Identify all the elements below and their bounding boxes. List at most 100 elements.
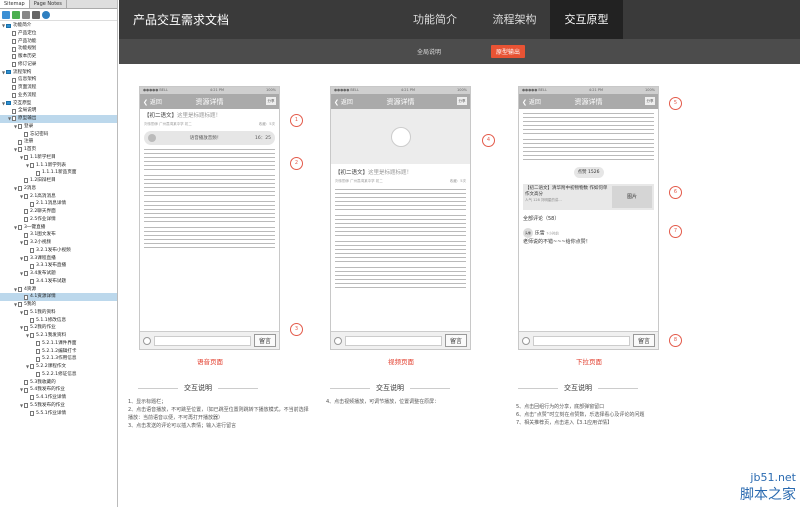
comment-input[interactable]	[345, 335, 442, 346]
share-button[interactable]: 分享	[457, 97, 467, 105]
sitemap-item[interactable]: 页面流程	[0, 84, 117, 92]
note-line: 3、点击发送的评论可以插入表情；输入进行留言	[128, 423, 237, 429]
sitemap-item[interactable]: 1.1.1.1新品页面	[0, 169, 117, 177]
comment-input[interactable]	[154, 335, 251, 346]
sitemap-item-label: 页面流程	[18, 85, 37, 90]
search-icon[interactable]	[42, 10, 50, 19]
like-button[interactable]: 点赞 1526	[573, 167, 604, 178]
sitemap-item[interactable]: ▼ 4资源	[0, 286, 117, 294]
sitemap-item[interactable]: 信息架构	[0, 76, 117, 84]
sitemap-item[interactable]: ▼ 5.4我发布的作业	[0, 386, 117, 394]
sitemap-item[interactable]: 忘记密码	[0, 131, 117, 139]
sitemap-item[interactable]: ▼ 3.4发布试题	[0, 270, 117, 278]
sitemap-item-label: 5.2.1我发资料	[36, 333, 67, 338]
link-icon[interactable]	[32, 10, 40, 19]
sitemap-item[interactable]: 5.4.1作业详情	[0, 394, 117, 402]
send-button[interactable]: 留言	[632, 334, 655, 347]
sitemap-item[interactable]: ▼ 5.5我发布的作业	[0, 402, 117, 410]
page-icon[interactable]	[2, 10, 10, 19]
body-text-block	[335, 215, 466, 237]
sitemap-item-label: 产品定位	[18, 30, 37, 36]
emoji-icon[interactable]	[143, 336, 151, 345]
audio-player[interactable]: 语音播放音频！ 16：25	[144, 131, 275, 145]
filter-icon[interactable]	[22, 10, 30, 19]
sitemap-item[interactable]: ▼ 5我的	[0, 301, 117, 309]
send-button[interactable]: 留言	[253, 334, 276, 347]
recommended-title: 【初二语文】清华附中初物物数 作如何单作文高分	[525, 186, 608, 197]
sitemap-item[interactable]: ▼ 流程架构	[0, 69, 117, 77]
sitemap-item[interactable]: 5.3我收藏的	[0, 379, 117, 387]
sitemap-item[interactable]: 产品功能	[0, 38, 117, 46]
sitemap-item[interactable]: ▼ 5.1我的资料	[0, 309, 117, 317]
sitemap-item[interactable]: 5.2.1.1课件界面	[0, 340, 117, 348]
sitemap-item[interactable]: ▼ 1.1.1新学列表	[0, 162, 117, 170]
sitemap-item[interactable]: 2.1.1消息详情	[0, 200, 117, 208]
sitemap-item[interactable]: 4.1资源详情	[0, 293, 117, 301]
sitemap-item-label: 5.2.1.1课件界面	[42, 340, 77, 346]
comment-input[interactable]	[533, 335, 630, 346]
sitemap-item[interactable]: 2.5作业详情	[0, 216, 117, 224]
page-icon	[12, 77, 16, 83]
sitemap-item[interactable]: 修订记录	[0, 61, 117, 69]
sitemap-item[interactable]: ▼ 原型输出	[0, 115, 117, 123]
avatar[interactable]: 头像	[523, 228, 533, 238]
video-player[interactable]	[331, 109, 470, 164]
share-button[interactable]: 分享	[645, 97, 655, 105]
recommended-item[interactable]: 【初二语文】清华附中初物物数 作如何单作文高分 人气 128 刘明星的讲... …	[523, 184, 654, 210]
play-icon[interactable]	[148, 134, 156, 142]
sitemap-item[interactable]: 1.2旧辩栏目	[0, 177, 117, 185]
annotation-marker: 8	[669, 334, 682, 347]
sitemap-item[interactable]: 3.1图文发布	[0, 231, 117, 239]
subnav-global-notes[interactable]: 全局说明	[412, 45, 446, 58]
page-icon	[12, 46, 16, 52]
play-icon[interactable]	[390, 126, 411, 147]
sitemap-item[interactable]: 5.2.2.1修证信息	[0, 371, 117, 379]
sitemap-item[interactable]: ▼ 5.2.1我发资料	[0, 332, 117, 340]
sitemap-item[interactable]: 3.2.1发布小视频	[0, 247, 117, 255]
nav-function-intro[interactable]: 功能简介	[400, 0, 470, 39]
sitemap-item[interactable]: 业务流程	[0, 92, 117, 100]
emoji-icon[interactable]	[334, 336, 342, 345]
sitemap-item[interactable]: ▼ 3.3课程直播	[0, 255, 117, 263]
sitemap-item[interactable]: ▼ 1首页	[0, 146, 117, 154]
nav-flow-architecture[interactable]: 流程架构	[477, 0, 552, 39]
sitemap-item[interactable]: ▼ 5.2我的作业	[0, 324, 117, 332]
sitemap-item[interactable]: ▼ 功能简介	[0, 22, 117, 30]
doc-title: 产品交互需求文档	[133, 13, 230, 27]
sitemap-item[interactable]: ▼ 交互原型	[0, 100, 117, 108]
sitemap-item[interactable]: 产品定位	[0, 30, 117, 38]
share-button[interactable]: 分享	[266, 97, 276, 105]
sitemap-item[interactable]: 功能规划	[0, 45, 117, 53]
sitemap-item[interactable]: 5.1.1修改信息	[0, 317, 117, 325]
sitemap-item[interactable]: ▼ 3.2小视频	[0, 239, 117, 247]
page-icon	[30, 279, 34, 285]
sitemap-item[interactable]: ▼ 2消息	[0, 185, 117, 193]
phone-title: 资源详情	[386, 98, 415, 106]
send-button[interactable]: 留言	[444, 334, 467, 347]
sitemap-item[interactable]: 注册	[0, 138, 117, 146]
page-icon	[24, 294, 28, 300]
tree-icon[interactable]	[12, 10, 20, 19]
sitemap-item[interactable]: 2.2聊天界面	[0, 208, 117, 216]
carrier: ●●●●● BELL	[143, 88, 168, 92]
sitemap-item[interactable]: ▼ 2.1高消消息	[0, 193, 117, 201]
sitemap-item[interactable]: 3.3.1发布直播	[0, 262, 117, 270]
section-header: 交互说明	[138, 383, 258, 393]
tab-page-notes[interactable]: Page Notes	[30, 0, 67, 8]
emoji-icon[interactable]	[522, 336, 530, 345]
sitemap-item[interactable]: 3.4.1发布试题	[0, 278, 117, 286]
phone-navbar: ❮ 返回 资源详情 分享	[519, 94, 658, 109]
sitemap-item[interactable]: ▼ 登录	[0, 123, 117, 131]
tab-sitemap[interactable]: Sitemap	[0, 0, 30, 8]
subnav-prototype-output[interactable]: 原型输出	[491, 45, 526, 58]
sitemap-item[interactable]: 5.2.1.3作用信息	[0, 355, 117, 363]
sitemap-item[interactable]: 5.2.1.2编辑打卡	[0, 348, 117, 356]
page-icon	[24, 209, 28, 215]
sitemap-item[interactable]: 全局说明	[0, 107, 117, 115]
sitemap-item[interactable]: 版本历史	[0, 53, 117, 61]
nav-interaction-prototype[interactable]: 交互原型	[550, 0, 623, 39]
sitemap-item[interactable]: ▼ 1.1新学栏目	[0, 154, 117, 162]
sitemap-item[interactable]: ▼ 3一键直播	[0, 224, 117, 232]
sitemap-item[interactable]: ▼ 5.2.2课程作文	[0, 363, 117, 371]
sitemap-item[interactable]: 5.5.1作业详情	[0, 410, 117, 418]
